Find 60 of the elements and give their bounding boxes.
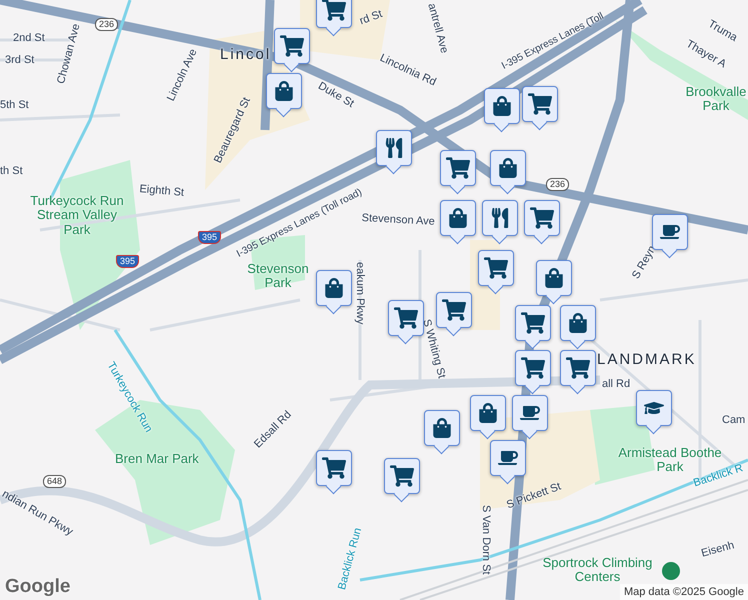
google-logo: Google (5, 576, 70, 598)
route-shield: 236 (546, 178, 570, 191)
shopping-bag-icon (568, 313, 588, 333)
area-label: LANDMARK (597, 352, 696, 368)
map-attribution: Map data ©2025 Google (620, 584, 748, 600)
street-label: 5th St (0, 99, 29, 112)
street-label: S Whiting St (420, 318, 448, 380)
shopping-bag-icon (492, 96, 512, 116)
shopping-cart-icon (390, 464, 414, 488)
shopping-cart-icon (442, 298, 466, 322)
shopping-cart-icon (446, 156, 470, 180)
street-label: Eisenh (700, 539, 736, 560)
street-label: th St (0, 165, 23, 178)
shopping-cart-icon (322, 456, 346, 480)
route-shield: 648 (43, 475, 66, 488)
shopping-cart-icon (528, 92, 552, 116)
street-label: rd St (358, 8, 384, 28)
street-label: 2nd St (13, 32, 45, 44)
shopping-cart-icon (322, 0, 346, 22)
street-label: Stevenson Ave (361, 212, 436, 228)
street-label: 3rd St (5, 54, 34, 66)
park-label: Brookvalle Park (684, 85, 748, 114)
shopping-cart-icon (394, 306, 418, 330)
fork-knife-icon (490, 208, 510, 228)
shopping-bag-icon (498, 158, 518, 178)
street-label: antrell Ave (425, 2, 450, 55)
shopping-bag-icon (432, 418, 452, 438)
park-label: Bren Mar Park (115, 452, 199, 466)
shopping-cart-icon (530, 206, 554, 230)
street-label: S Van Dorn St (480, 505, 492, 574)
street-label: Cam (722, 414, 746, 426)
shopping-bag-icon (544, 268, 564, 288)
shopping-cart-icon (521, 356, 545, 380)
fork-knife-icon (384, 138, 404, 158)
street-label: Chowan Ave (55, 22, 83, 86)
shopping-cart-icon (280, 34, 304, 58)
coffee-cup-icon (660, 222, 680, 242)
street-label: all Rd (602, 378, 630, 390)
shopping-bag-icon (324, 278, 344, 298)
street-label: Duke St (316, 80, 356, 110)
shopping-bag-icon (448, 208, 468, 228)
water-label: Backlick Run (336, 526, 364, 592)
street-label: S Pickett St (505, 480, 563, 512)
route-shield: 236 (95, 18, 118, 31)
shopping-cart-icon (566, 356, 590, 380)
place-marker[interactable] (662, 562, 680, 580)
park-label: Turkeycock Run Stream Valley Park (29, 194, 125, 237)
area-label: Lincol (220, 47, 272, 64)
park-label: Stevenson Park (246, 262, 310, 291)
coffee-cup-icon (498, 448, 518, 468)
street-label: Eighth St (138, 183, 184, 199)
coffee-cup-icon (520, 403, 540, 423)
shopping-bag-icon (478, 403, 498, 423)
place-label[interactable]: Sportrock Climbing Centers (540, 556, 655, 585)
route-shield: 395 (198, 231, 222, 244)
shopping-cart-icon (484, 256, 508, 280)
shopping-bag-icon (274, 81, 294, 101)
street-label: eakum Pkwy (354, 262, 366, 324)
route-shield: 395 (116, 255, 140, 268)
shopping-cart-icon (521, 311, 545, 335)
